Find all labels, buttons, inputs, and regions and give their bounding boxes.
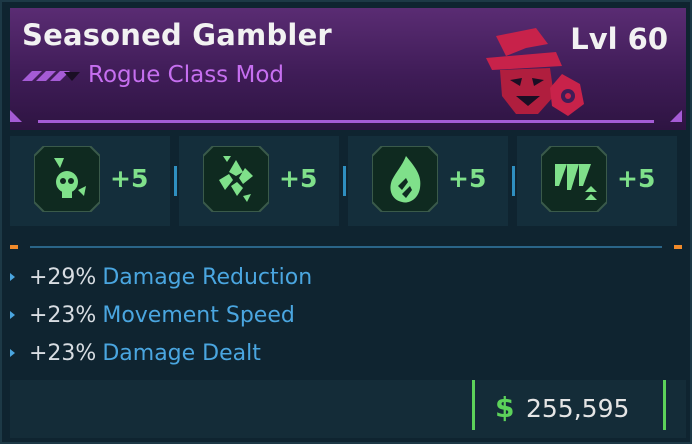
bullet-icon	[10, 273, 15, 281]
rogue-class-emblem-icon	[486, 28, 584, 116]
stat-value: +23%	[29, 302, 97, 328]
stat-name: Damage Reduction	[102, 264, 313, 290]
skill-separator	[512, 166, 515, 196]
item-name: Seasoned Gambler	[22, 18, 332, 52]
stat-value: +23%	[29, 340, 97, 366]
item-price: 255,595	[526, 394, 630, 423]
skill-slot[interactable]: +5	[179, 136, 339, 226]
item-card: Seasoned Gambler Rogue Class Mod Lvl 60	[0, 0, 692, 444]
rarity-chevrons-icon	[22, 71, 80, 81]
item-type: Rogue Class Mod	[88, 62, 284, 88]
stat-row: +29% Damage Reduction	[10, 260, 312, 294]
stat-name: Movement Speed	[102, 302, 295, 328]
corner-accent-left	[10, 110, 22, 122]
skill-separator	[343, 166, 346, 196]
skill-slot[interactable]: +5	[10, 136, 170, 226]
corner-accent-right	[670, 110, 682, 122]
skull-skill-icon	[34, 146, 100, 212]
stat-row: +23% Movement Speed	[10, 298, 295, 332]
skill-separator	[174, 166, 177, 196]
flame-skill-icon	[372, 146, 438, 212]
dollar-icon: $	[495, 391, 514, 424]
svg-text:$: $	[495, 391, 514, 424]
skill-bonus-value: +5	[110, 164, 149, 193]
skill-bonus-value: +5	[279, 164, 318, 193]
divider-accent-right	[674, 245, 682, 249]
bullet-icon	[10, 311, 15, 319]
section-divider	[30, 246, 662, 248]
stat-row: +23% Damage Dealt	[10, 336, 261, 370]
skill-bonus-value: +5	[617, 164, 656, 193]
rarity-line	[38, 120, 654, 123]
divider-accent-left	[10, 245, 18, 249]
skill-slot[interactable]: +5	[517, 136, 677, 226]
claw-skill-icon	[541, 146, 607, 212]
skill-bonus-row: +5 +5 +5 +5	[10, 136, 686, 226]
stat-value: +29%	[29, 264, 97, 290]
stat-name: Damage Dealt	[102, 340, 261, 366]
bullet-icon	[10, 349, 15, 357]
skill-slot[interactable]: +5	[348, 136, 508, 226]
spiral-skill-icon	[203, 146, 269, 212]
skill-bonus-value: +5	[448, 164, 487, 193]
